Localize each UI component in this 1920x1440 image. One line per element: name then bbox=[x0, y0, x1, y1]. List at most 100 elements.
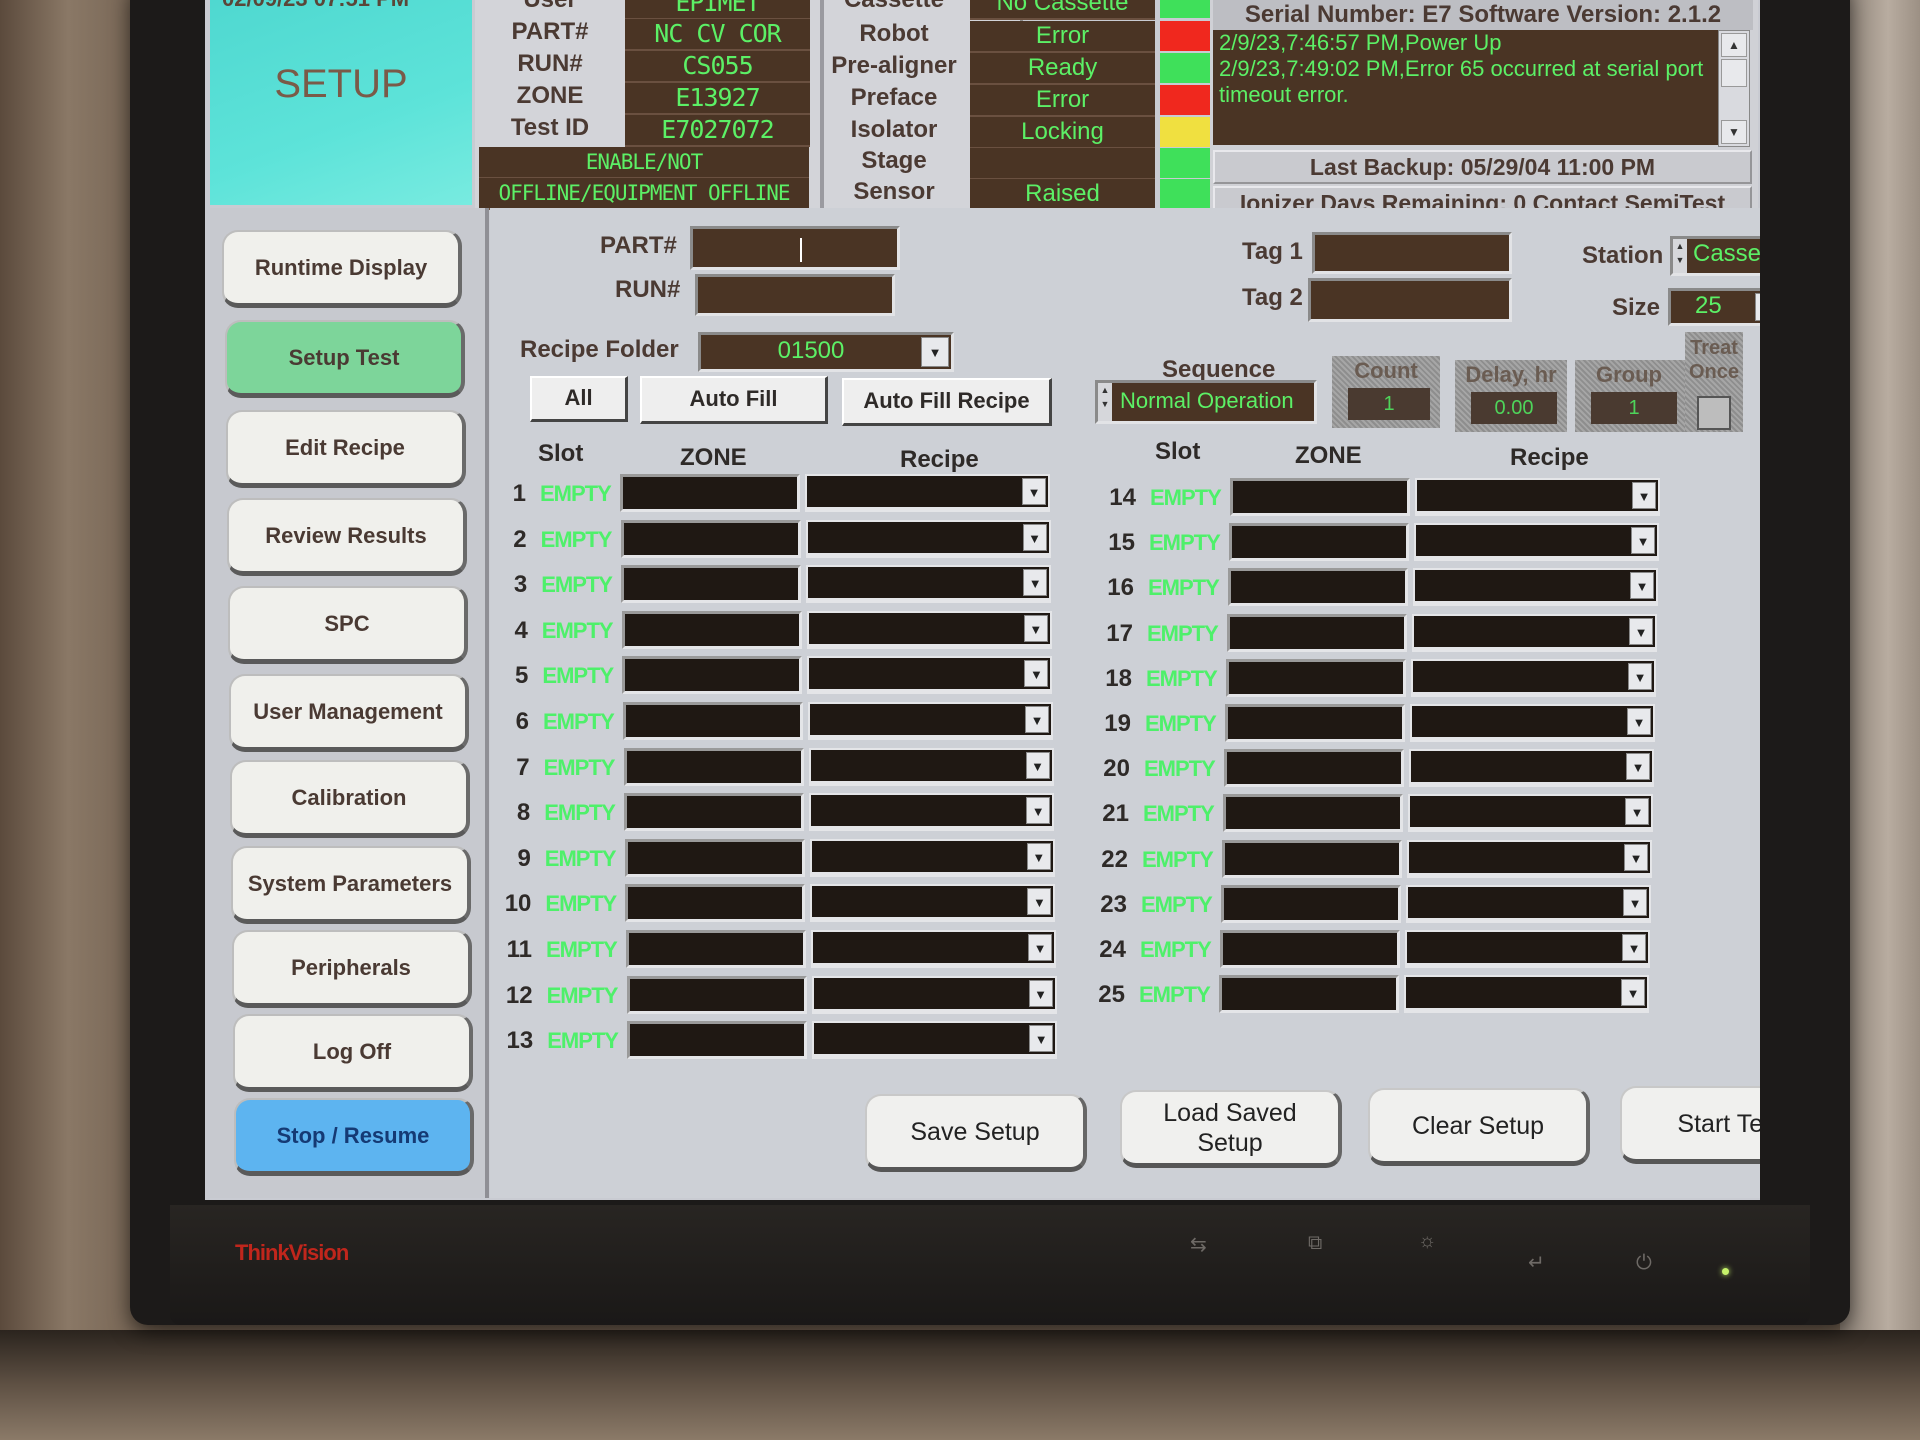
tag2-input[interactable] bbox=[1308, 278, 1512, 322]
slot-zone-input[interactable] bbox=[627, 1021, 808, 1060]
slot-recipe-select[interactable]: ▼ bbox=[1411, 658, 1656, 697]
chevron-down-icon[interactable]: ▼ bbox=[1627, 708, 1651, 735]
chevron-down-icon[interactable]: ▼ bbox=[1623, 888, 1647, 916]
chevron-down-icon[interactable]: ▼ bbox=[1025, 751, 1050, 779]
size-select[interactable]: 25 ▼ bbox=[1668, 288, 1760, 326]
chevron-down-icon[interactable]: ▼ bbox=[1024, 660, 1049, 688]
start-test-button[interactable]: Start Test bbox=[1620, 1086, 1760, 1164]
sequence-spinner[interactable]: ▲ ▼ Normal Operation bbox=[1095, 380, 1317, 424]
chevron-down-icon[interactable]: ▼ bbox=[1629, 617, 1653, 645]
run-input[interactable] bbox=[695, 274, 895, 316]
slot-zone-input[interactable] bbox=[1222, 839, 1402, 878]
power-icon[interactable]: ⏻ bbox=[1636, 1252, 1652, 1275]
slot-recipe-select[interactable]: ▼ bbox=[809, 793, 1055, 832]
slot-zone-input[interactable] bbox=[620, 519, 801, 558]
slot-recipe-select[interactable]: ▼ bbox=[805, 519, 1051, 558]
spinner-arrows-icon[interactable]: ▲ ▼ bbox=[1673, 239, 1687, 273]
slot-recipe-select[interactable]: ▼ bbox=[807, 656, 1053, 695]
chevron-down-icon[interactable]: ▼ bbox=[1023, 569, 1048, 597]
chevron-down-icon[interactable]: ▼ bbox=[921, 337, 949, 367]
slot-recipe-select[interactable]: ▼ bbox=[808, 702, 1053, 740]
chevron-down-icon[interactable]: ▼ bbox=[1632, 482, 1656, 509]
slot-recipe-select[interactable]: ▼ bbox=[805, 474, 1050, 512]
slot-zone-input[interactable] bbox=[624, 793, 805, 832]
slot-recipe-select[interactable]: ▼ bbox=[806, 565, 1052, 604]
chevron-down-icon[interactable]: ▼ bbox=[1027, 888, 1052, 916]
slot-recipe-select[interactable]: ▼ bbox=[1405, 930, 1650, 968]
all-button[interactable]: All bbox=[530, 376, 628, 422]
chevron-down-icon[interactable]: ▼ bbox=[1624, 843, 1648, 871]
sidebar-item-calibration[interactable]: Calibration bbox=[230, 760, 470, 838]
slot-recipe-select[interactable]: ▼ bbox=[809, 838, 1055, 877]
slot-recipe-select[interactable]: ▼ bbox=[1409, 749, 1654, 788]
slot-zone-input[interactable] bbox=[1227, 613, 1407, 652]
sidebar-item-spc[interactable]: SPC bbox=[228, 586, 468, 664]
slot-zone-input[interactable] bbox=[1229, 523, 1409, 562]
slot-zone-input[interactable] bbox=[620, 474, 800, 512]
slot-zone-input[interactable] bbox=[1225, 704, 1405, 742]
chevron-down-icon[interactable]: ▼ bbox=[1622, 934, 1646, 961]
slot-recipe-select[interactable]: ▼ bbox=[1412, 613, 1657, 652]
station-spinner[interactable]: ▲▼ Cassette Stand bbox=[1670, 236, 1760, 276]
auto-fill-button[interactable]: Auto Fill bbox=[640, 376, 828, 424]
chevron-down-icon[interactable]: ▼ bbox=[1028, 934, 1052, 961]
chevron-down-icon[interactable]: ▼ bbox=[1621, 979, 1645, 1007]
treat-once-checkbox[interactable] bbox=[1697, 396, 1731, 430]
sidebar-item-edit-recipe[interactable]: Edit Recipe bbox=[226, 410, 466, 488]
event-log[interactable]: 2/9/23,7:46:57 PM,Power Up 2/9/23,7:49:0… bbox=[1213, 30, 1718, 145]
sidebar-item-system-parameters[interactable]: System Parameters bbox=[231, 846, 471, 924]
chevron-down-icon[interactable]: ▼ bbox=[1625, 798, 1649, 826]
part-input[interactable] bbox=[690, 226, 900, 270]
slot-zone-input[interactable] bbox=[623, 702, 803, 740]
tag1-input[interactable] bbox=[1312, 232, 1512, 274]
slot-zone-input[interactable] bbox=[1221, 884, 1401, 923]
input-select-icon[interactable]: ⇆ bbox=[1190, 1232, 1207, 1257]
slot-zone-input[interactable] bbox=[1228, 568, 1408, 607]
chevron-down-icon[interactable]: ▼ bbox=[1631, 527, 1655, 555]
slot-zone-input[interactable] bbox=[1226, 658, 1406, 697]
chevron-down-icon[interactable]: ▼ bbox=[1022, 523, 1047, 551]
slot-zone-input[interactable] bbox=[626, 930, 806, 968]
slot-recipe-select[interactable]: ▼ bbox=[1408, 794, 1653, 833]
slot-zone-input[interactable] bbox=[624, 838, 805, 877]
slot-zone-input[interactable] bbox=[625, 884, 806, 923]
save-setup-button[interactable]: Save Setup bbox=[865, 1094, 1087, 1172]
slot-recipe-select[interactable]: ▼ bbox=[1406, 884, 1651, 923]
slot-zone-input[interactable] bbox=[622, 656, 803, 695]
sidebar-item-runtime-display[interactable]: Runtime Display bbox=[222, 230, 462, 308]
slot-recipe-select[interactable]: ▼ bbox=[1415, 478, 1660, 516]
chevron-down-icon[interactable]: ▼ bbox=[1029, 1025, 1054, 1053]
slot-zone-input[interactable] bbox=[1219, 975, 1399, 1014]
spinner-arrows-icon[interactable]: ▲ ▼ bbox=[1098, 383, 1112, 421]
slot-recipe-select[interactable]: ▼ bbox=[1413, 568, 1658, 607]
slot-recipe-select[interactable]: ▼ bbox=[1410, 704, 1655, 742]
slot-recipe-select[interactable]: ▼ bbox=[812, 1021, 1058, 1060]
slot-zone-input[interactable] bbox=[1230, 478, 1410, 516]
log-scrollbar[interactable]: ▲ ▼ bbox=[1718, 30, 1750, 147]
exit-icon[interactable]: ⧉ bbox=[1308, 1232, 1322, 1255]
slot-zone-input[interactable] bbox=[621, 565, 802, 604]
slot-recipe-select[interactable]: ▼ bbox=[808, 747, 1054, 786]
slot-recipe-select[interactable]: ▼ bbox=[1414, 523, 1659, 562]
sidebar-item-log-off[interactable]: Log Off bbox=[233, 1014, 473, 1092]
chevron-down-icon[interactable]: ▼ bbox=[1022, 478, 1046, 505]
slot-zone-input[interactable] bbox=[1220, 930, 1400, 968]
chevron-down-icon[interactable]: ▼ bbox=[1628, 662, 1652, 690]
sidebar-item-review-results[interactable]: Review Results bbox=[227, 498, 467, 576]
slot-recipe-select[interactable]: ▼ bbox=[1407, 839, 1652, 878]
scroll-up-icon[interactable]: ▲ bbox=[1721, 33, 1747, 57]
slot-zone-input[interactable] bbox=[1224, 749, 1404, 788]
chevron-down-icon[interactable]: ▼ bbox=[1028, 979, 1053, 1007]
auto-fill-recipe-button[interactable]: Auto Fill Recipe bbox=[842, 378, 1052, 426]
slot-recipe-select[interactable]: ▼ bbox=[1404, 975, 1649, 1014]
sidebar-item-setup-test[interactable]: Setup Test bbox=[225, 320, 465, 398]
sidebar-item-peripherals[interactable]: Peripherals bbox=[232, 930, 472, 1008]
stop-resume-button[interactable]: Stop / Resume bbox=[234, 1098, 474, 1176]
clear-setup-button[interactable]: Clear Setup bbox=[1368, 1088, 1590, 1166]
slot-zone-input[interactable] bbox=[1223, 794, 1403, 833]
slot-recipe-select[interactable]: ▼ bbox=[811, 975, 1057, 1014]
slot-recipe-select[interactable]: ▼ bbox=[806, 610, 1052, 649]
scroll-thumb[interactable] bbox=[1721, 59, 1747, 87]
chevron-down-icon[interactable]: ▼ bbox=[1025, 706, 1049, 733]
chevron-down-icon[interactable]: ▼ bbox=[1026, 797, 1051, 825]
